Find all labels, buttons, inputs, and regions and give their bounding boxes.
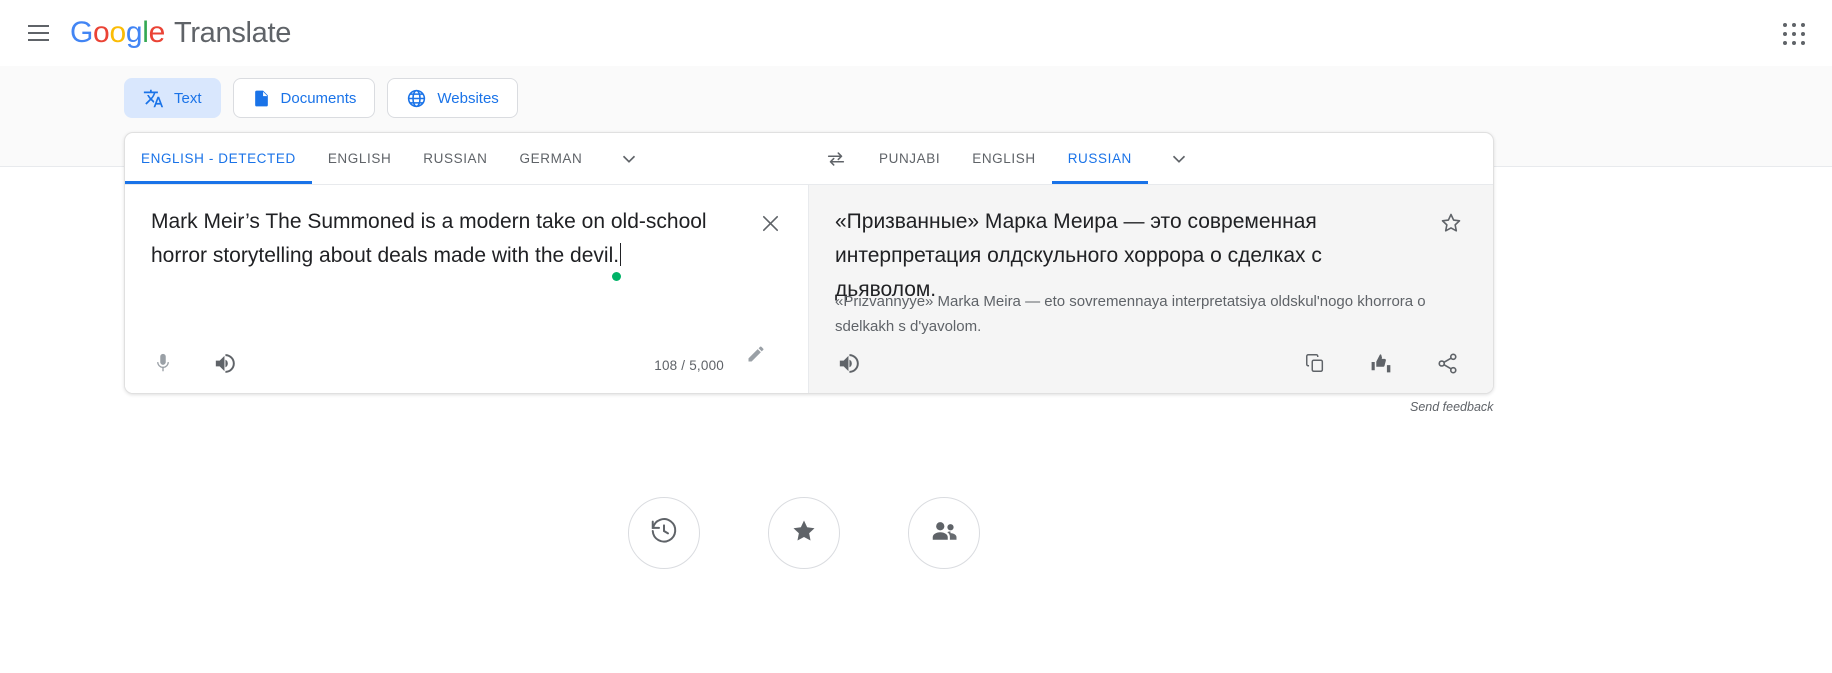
translate-icon xyxy=(143,88,164,109)
clear-source-button[interactable] xyxy=(748,201,792,245)
logo-letter-o1: o xyxy=(93,16,110,49)
source-lang-english-detected[interactable]: ENGLISH - DETECTED xyxy=(125,133,312,184)
target-listen-button[interactable] xyxy=(823,339,871,387)
source-language-group: ENGLISH - DETECTED ENGLISH RUSSIAN GERMA… xyxy=(125,133,809,184)
google-translate-logo[interactable]: Google Translate xyxy=(70,16,291,50)
document-icon xyxy=(252,88,271,109)
character-count: 108 / 5,000 xyxy=(654,358,724,373)
grid-dot xyxy=(1800,40,1805,45)
grid-dot xyxy=(1783,31,1788,36)
translate-card: ENGLISH - DETECTED ENGLISH RUSSIAN GERMA… xyxy=(124,132,1494,394)
tab-documents[interactable]: Documents xyxy=(232,78,376,118)
tab-text[interactable]: Text xyxy=(124,78,221,118)
source-pane-footer: 108 / 5,000 xyxy=(125,330,808,393)
bottom-action-buttons xyxy=(628,497,980,569)
globe-icon xyxy=(406,88,427,109)
star-icon xyxy=(790,517,818,550)
saved-button[interactable] xyxy=(768,497,840,569)
translation-panes: Mark Meir’s The Summoned is a modern tak… xyxy=(125,185,1493,393)
grid-dot xyxy=(1800,23,1805,28)
hamburger-bar xyxy=(27,32,49,34)
source-lang-english[interactable]: ENGLISH xyxy=(312,133,407,184)
source-language-chevron-down-icon[interactable] xyxy=(598,133,660,184)
source-lang-label: ENGLISH xyxy=(327,151,392,166)
source-lang-german[interactable]: GERMAN xyxy=(504,133,599,184)
product-name: Translate xyxy=(173,17,292,49)
grid-dot xyxy=(1791,23,1796,28)
source-lang-russian[interactable]: RUSSIAN xyxy=(407,133,503,184)
app-header: Google Translate xyxy=(0,0,1832,66)
source-text-value: Mark Meir’s The Summoned is a modern tak… xyxy=(151,210,713,267)
source-status-dot xyxy=(612,272,621,281)
history-button[interactable] xyxy=(628,497,700,569)
tab-text-label: Text xyxy=(174,89,202,107)
share-translation-icon[interactable] xyxy=(1423,339,1471,387)
language-selector-row: ENGLISH - DETECTED ENGLISH RUSSIAN GERMA… xyxy=(125,133,1493,185)
grid-dot xyxy=(1783,40,1788,45)
logo-letter-o2: o xyxy=(109,16,126,49)
source-text-input[interactable]: Mark Meir’s The Summoned is a modern tak… xyxy=(151,205,731,273)
text-caret xyxy=(620,243,622,266)
logo-letter-g2: g xyxy=(125,16,143,49)
apps-grid-icon[interactable] xyxy=(1774,14,1814,54)
logo-letter-e: e xyxy=(148,16,166,49)
history-icon xyxy=(649,516,679,551)
mode-tabs: Text Documents Websites xyxy=(124,78,518,118)
source-lang-label: RUSSIAN xyxy=(423,151,488,166)
source-pane: Mark Meir’s The Summoned is a modern tak… xyxy=(125,185,809,393)
target-lang-label: ENGLISH xyxy=(972,151,1036,166)
grid-dot xyxy=(1800,31,1805,36)
tab-websites-label: Websites xyxy=(437,89,499,107)
grid-dot xyxy=(1791,40,1796,45)
source-lang-label: GERMAN xyxy=(519,151,583,166)
target-language-group: PUNJABI ENGLISH RUSSIAN xyxy=(863,133,1493,184)
send-feedback-link[interactable]: Send feedback xyxy=(1410,400,1493,414)
save-translation-star-icon[interactable] xyxy=(1429,201,1473,245)
target-pane-footer xyxy=(809,332,1493,393)
grid-dot xyxy=(1791,31,1796,36)
target-lang-label: RUSSIAN xyxy=(1067,151,1132,166)
microphone-button[interactable] xyxy=(139,339,187,387)
main-menu-icon[interactable] xyxy=(14,9,62,57)
tab-websites[interactable]: Websites xyxy=(387,78,518,118)
people-icon xyxy=(929,516,959,551)
source-lang-label: ENGLISH - DETECTED xyxy=(141,151,296,166)
handwrite-icon[interactable] xyxy=(732,330,780,378)
target-lang-russian[interactable]: RUSSIAN xyxy=(1051,133,1149,184)
rate-translation-icon[interactable] xyxy=(1357,339,1405,387)
target-language-chevron-down-icon[interactable] xyxy=(1148,133,1210,184)
hamburger-bar xyxy=(27,39,49,42)
source-listen-button[interactable] xyxy=(199,339,247,387)
copy-translation-icon[interactable] xyxy=(1291,339,1339,387)
logo-letter-g: G xyxy=(70,16,94,49)
target-pane: «Призванные» Марка Меира — это современн… xyxy=(809,185,1493,393)
contribute-button[interactable] xyxy=(908,497,980,569)
hamburger-bar xyxy=(27,24,49,27)
target-lang-punjabi[interactable]: PUNJABI xyxy=(863,133,956,184)
grid-dot xyxy=(1783,23,1788,28)
swap-languages-icon[interactable] xyxy=(809,133,863,184)
target-lang-english[interactable]: ENGLISH xyxy=(956,133,1051,184)
tab-documents-label: Documents xyxy=(280,89,357,107)
target-lang-label: PUNJABI xyxy=(879,151,941,166)
